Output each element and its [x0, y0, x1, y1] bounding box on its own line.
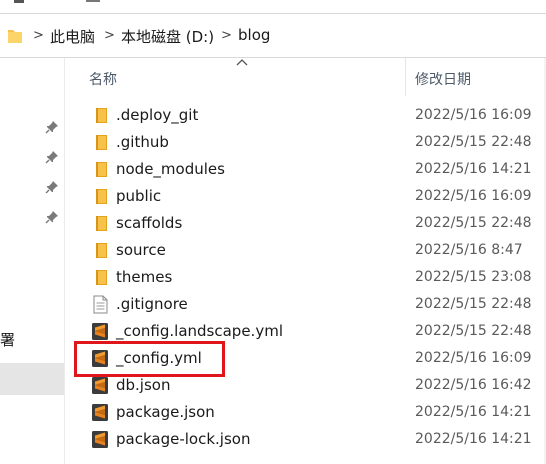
folder-icon — [91, 160, 109, 179]
sublime-file-icon — [91, 349, 109, 368]
file-modified-date: 2022/5/16 14:21 — [415, 161, 532, 177]
folder-icon — [91, 187, 109, 206]
column-divider[interactable] — [405, 58, 406, 96]
navigation-pane: 署 — [0, 58, 64, 464]
column-date-header[interactable]: 修改日期 — [415, 69, 471, 89]
file-name: _config.yml — [116, 349, 202, 367]
file-name: source — [116, 241, 166, 259]
file-modified-date: 2022/5/16 16:09 — [415, 188, 532, 204]
breadcrumb-this-pc[interactable]: 此电脑 — [50, 26, 95, 47]
file-name: scaffolds — [116, 214, 183, 232]
file-name: .gitignore — [116, 295, 188, 313]
folder-icon — [91, 133, 109, 152]
breadcrumb-chevron-icon[interactable]: > — [104, 28, 115, 43]
address-bar[interactable]: > 此电脑 > 本地磁盘 (D:) > blog — [0, 13, 546, 58]
file-modified-date: 2022/5/16 14:21 — [415, 404, 532, 420]
file-modified-date: 2022/5/15 22:48 — [415, 134, 532, 150]
file-modified-date: 2022/5/15 22:48 — [415, 215, 532, 231]
file-modified-date: 2022/5/15 22:48 — [415, 323, 532, 339]
pin-icon[interactable] — [45, 210, 59, 224]
sublime-file-icon — [91, 430, 109, 449]
pin-icon[interactable] — [45, 120, 59, 134]
file-row[interactable]: public 2022/5/16 16:09 — [65, 183, 546, 210]
folder-icon — [8, 30, 22, 43]
file-name: .deploy_git — [116, 106, 199, 124]
file-name: .github — [116, 133, 169, 151]
ribbon-fragment — [14, 0, 24, 3]
file-row[interactable]: _config.yml 2022/5/16 16:09 — [65, 345, 546, 372]
nav-item-selected[interactable] — [0, 363, 64, 395]
file-row[interactable]: package.json 2022/5/16 14:21 — [65, 399, 546, 426]
breadcrumb-chevron-icon[interactable]: > — [33, 28, 44, 43]
file-name: public — [116, 187, 162, 205]
file-modified-date: 2022/5/16 16:42 — [415, 377, 532, 393]
ribbon-remnant — [0, 0, 546, 6]
folder-icon — [91, 106, 109, 125]
folder-icon — [91, 241, 109, 260]
file-row[interactable]: themes 2022/5/15 23:08 — [65, 264, 546, 291]
file-modified-date: 2022/5/16 14:21 — [415, 431, 532, 447]
file-row[interactable]: .deploy_git 2022/5/16 16:09 — [65, 102, 546, 129]
breadcrumb-blog[interactable]: blog — [238, 26, 270, 44]
file-name: db.json — [116, 376, 171, 394]
breadcrumb-local-disk[interactable]: 本地磁盘 (D:) — [121, 26, 214, 47]
file-modified-date: 2022/5/16 8:47 — [415, 242, 523, 258]
file-name: themes — [116, 268, 173, 286]
ribbon-fragment — [86, 0, 100, 2]
sort-ascending-icon — [236, 59, 248, 66]
file-row[interactable]: db.json 2022/5/16 16:42 — [65, 372, 546, 399]
file-row[interactable]: package-lock.json 2022/5/16 14:21 — [65, 426, 546, 453]
breadcrumb-chevron-icon[interactable]: > — [221, 28, 232, 43]
file-name: _config.landscape.yml — [116, 322, 283, 340]
pin-icon[interactable] — [45, 150, 59, 164]
file-modified-date: 2022/5/16 16:09 — [415, 107, 532, 123]
file-name: package.json — [116, 403, 215, 421]
file-modified-date: 2022/5/15 23:08 — [415, 269, 532, 285]
sublime-file-icon — [91, 376, 109, 395]
sublime-file-icon — [91, 322, 109, 341]
file-name: node_modules — [116, 160, 225, 178]
file-row[interactable]: scaffolds 2022/5/15 22:48 — [65, 210, 546, 237]
nav-item-label-fragment[interactable]: 署 — [0, 329, 15, 350]
sublime-file-icon — [91, 403, 109, 422]
column-name-header[interactable]: 名称 — [89, 69, 117, 89]
folder-icon — [91, 214, 109, 233]
folder-icon — [91, 268, 109, 287]
column-header: 名称 修改日期 — [65, 58, 546, 96]
file-row[interactable]: source 2022/5/16 8:47 — [65, 237, 546, 264]
file-modified-date: 2022/5/15 22:48 — [415, 296, 532, 312]
file-modified-date: 2022/5/16 16:09 — [415, 350, 532, 366]
file-name: package-lock.json — [116, 430, 251, 448]
file-row[interactable]: .github 2022/5/15 22:48 — [65, 129, 546, 156]
file-row[interactable]: _config.landscape.yml 2022/5/15 22:48 — [65, 318, 546, 345]
pin-icon[interactable] — [45, 180, 59, 194]
text-file-icon — [91, 295, 109, 314]
file-row[interactable]: node_modules 2022/5/16 14:21 — [65, 156, 546, 183]
file-row[interactable]: .gitignore 2022/5/15 22:48 — [65, 291, 546, 318]
